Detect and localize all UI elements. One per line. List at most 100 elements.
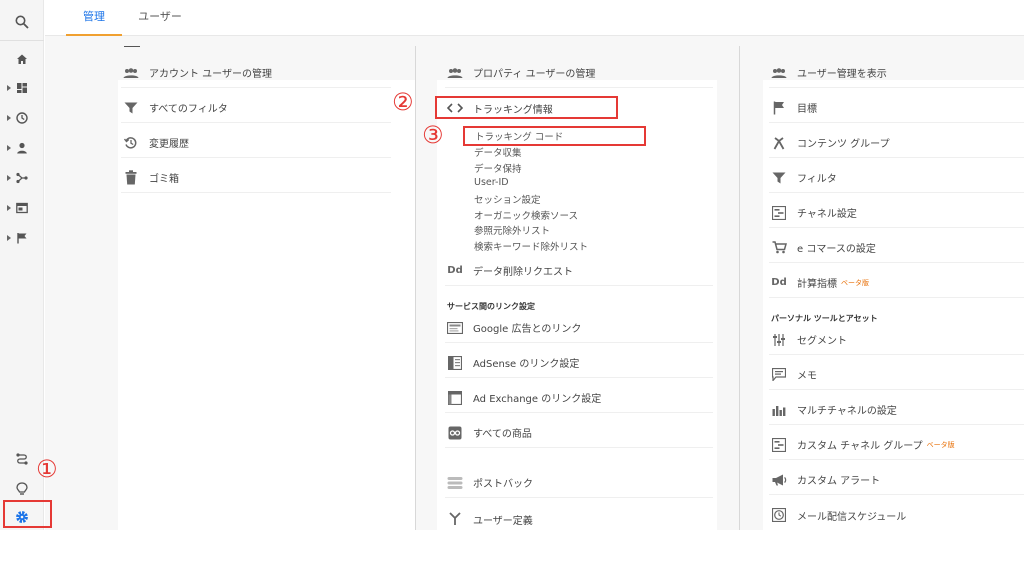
google-ads-icon (445, 320, 465, 336)
postback-icon (445, 475, 465, 491)
top-tab-bar: 管理 ユーザー (45, 0, 1024, 36)
search-term-exclusion-link[interactable]: 検索キーワード除外リスト (474, 239, 588, 253)
list-item[interactable]: プロパティ ユーザーの管理 (445, 58, 713, 88)
list-item[interactable]: コンテンツ グループ (769, 128, 1024, 158)
list-item[interactable]: 変更履歴 (121, 128, 391, 158)
list-item[interactable]: Ad Exchange のリンク設定 (445, 383, 713, 413)
trash-icon (121, 170, 141, 186)
list-item[interactable]: アカウント ユーザーの管理 (121, 58, 391, 88)
dd-icon: Dd (447, 265, 463, 276)
list-item[interactable]: Google 広告とのリンク (445, 313, 713, 343)
dd-icon: Dd (771, 277, 787, 288)
list-item[interactable]: すべてのフィルタ (121, 93, 391, 123)
ecommerce-settings-label: e コマースの設定 (797, 244, 876, 255)
referral-exclusion-link[interactable]: 参照元除外リスト (474, 223, 550, 237)
channel-icon (769, 205, 789, 221)
organic-search-sources-link[interactable]: オーガニック検索ソース (474, 208, 578, 222)
ad-exchange-icon (445, 390, 465, 406)
list-item[interactable]: マルチチャネルの設定 (769, 395, 1024, 425)
conversion-flag-icon[interactable] (0, 227, 44, 249)
user-definitions-icon (445, 511, 465, 527)
tab-admin[interactable]: 管理 (66, 0, 122, 36)
custom-channel-icon (769, 437, 789, 453)
list-item[interactable]: AdSense のリンク設定 (445, 348, 713, 378)
tab-users[interactable]: ユーザー (130, 0, 190, 36)
list-item[interactable]: メール配信スケジュール (769, 500, 1024, 530)
list-item[interactable]: e コマースの設定 (769, 233, 1024, 263)
trash-label: ゴミ箱 (149, 174, 179, 185)
list-item[interactable]: 目標 (769, 93, 1024, 123)
list-item[interactable]: Dd 計算指標 ベータ版 (769, 268, 1024, 298)
list-item[interactable]: カスタム アラート (769, 465, 1024, 495)
postbacks-label: ポストバック (473, 479, 533, 490)
account-users-label: アカウント ユーザーの管理 (149, 69, 272, 80)
custom-alerts-label: カスタム アラート (797, 476, 881, 487)
list-item[interactable]: Dd データ削除リクエスト (445, 256, 713, 286)
audience-person-icon[interactable] (0, 137, 44, 159)
behavior-icon[interactable] (0, 197, 44, 219)
realtime-clock-icon[interactable] (0, 107, 44, 129)
all-products-icon (445, 425, 465, 441)
beta-badge: ベータ版 (926, 440, 955, 449)
list-item[interactable]: すべての商品 (445, 418, 713, 448)
list-item[interactable]: ユーザー管理を表示 (769, 58, 1024, 88)
megaphone-icon (769, 472, 789, 488)
user-definitions-label: ユーザー定義 (473, 515, 533, 527)
memo-icon (769, 367, 789, 383)
data-collection-link[interactable]: データ収集 (474, 145, 522, 159)
linking-section-heading: サービス間のリンク設定 (447, 302, 535, 311)
change-history-label: 変更履歴 (149, 139, 189, 150)
annotation-number-1: ① (36, 455, 58, 483)
cart-icon (769, 240, 789, 256)
channel-settings-label: チャネル設定 (797, 209, 857, 220)
beta-badge: ベータ版 (841, 278, 869, 287)
property-users-label: プロパティ ユーザーの管理 (473, 69, 596, 80)
goals-label: 目標 (797, 104, 817, 115)
list-item[interactable]: ゴミ箱 (121, 163, 391, 193)
filter-icon (769, 170, 789, 186)
list-item[interactable]: ポストバック (445, 468, 713, 498)
content-group-label: コンテンツ グループ (797, 139, 890, 150)
multichannel-settings-label: マルチチャネルの設定 (797, 406, 897, 417)
calculated-metrics-label: 計算指標 (797, 279, 837, 290)
personal-tools-heading: パーソナル ツールとアセット (771, 314, 878, 323)
admin-gear-highlight (3, 500, 52, 528)
list-item[interactable]: セグメント (769, 325, 1024, 355)
email-schedule-label: メール配信スケジュール (797, 511, 907, 523)
annotation-number-2: ② (392, 88, 414, 116)
search-icon[interactable] (0, 11, 44, 33)
customization-icon[interactable] (0, 77, 44, 99)
clock-icon (769, 507, 789, 523)
tracking-info-highlight (435, 96, 618, 119)
list-item[interactable]: フィルタ (769, 163, 1024, 193)
data-deletion-label: データ削除リクエスト (473, 267, 573, 278)
custom-channel-groups-label: カスタム チャネル グループ (797, 441, 923, 452)
session-settings-link[interactable]: セッション設定 (474, 192, 541, 206)
view-users-label: ユーザー管理を表示 (797, 69, 887, 80)
account-selector-line (124, 46, 140, 47)
flag-icon (769, 100, 789, 116)
google-ads-link-label: Google 広告とのリンク (473, 324, 582, 335)
view-filter-label: フィルタ (797, 174, 837, 185)
content-group-icon (769, 135, 789, 151)
filter-icon (121, 100, 141, 116)
memo-label: メモ (797, 371, 817, 382)
all-filters-label: すべてのフィルタ (149, 104, 228, 115)
data-retention-link[interactable]: データ保持 (474, 161, 522, 175)
adsense-icon (445, 355, 465, 371)
home-icon[interactable] (0, 48, 44, 70)
left-sidebar (0, 0, 44, 530)
annotation-number-3: ③ (422, 121, 444, 149)
history-icon (121, 135, 141, 151)
users-icon (121, 65, 141, 81)
list-item[interactable]: カスタム チャネル グループ ベータ版 (769, 430, 1024, 460)
user-id-link[interactable]: User-ID (474, 177, 509, 188)
ad-exchange-link-label: Ad Exchange のリンク設定 (473, 394, 602, 405)
list-item[interactable]: メモ (769, 360, 1024, 390)
segment-icon (769, 332, 789, 348)
users-icon (445, 65, 465, 81)
tracking-code-highlight (463, 126, 646, 146)
list-item[interactable]: チャネル設定 (769, 198, 1024, 228)
acquisition-icon[interactable] (0, 167, 44, 189)
users-icon (769, 65, 789, 81)
